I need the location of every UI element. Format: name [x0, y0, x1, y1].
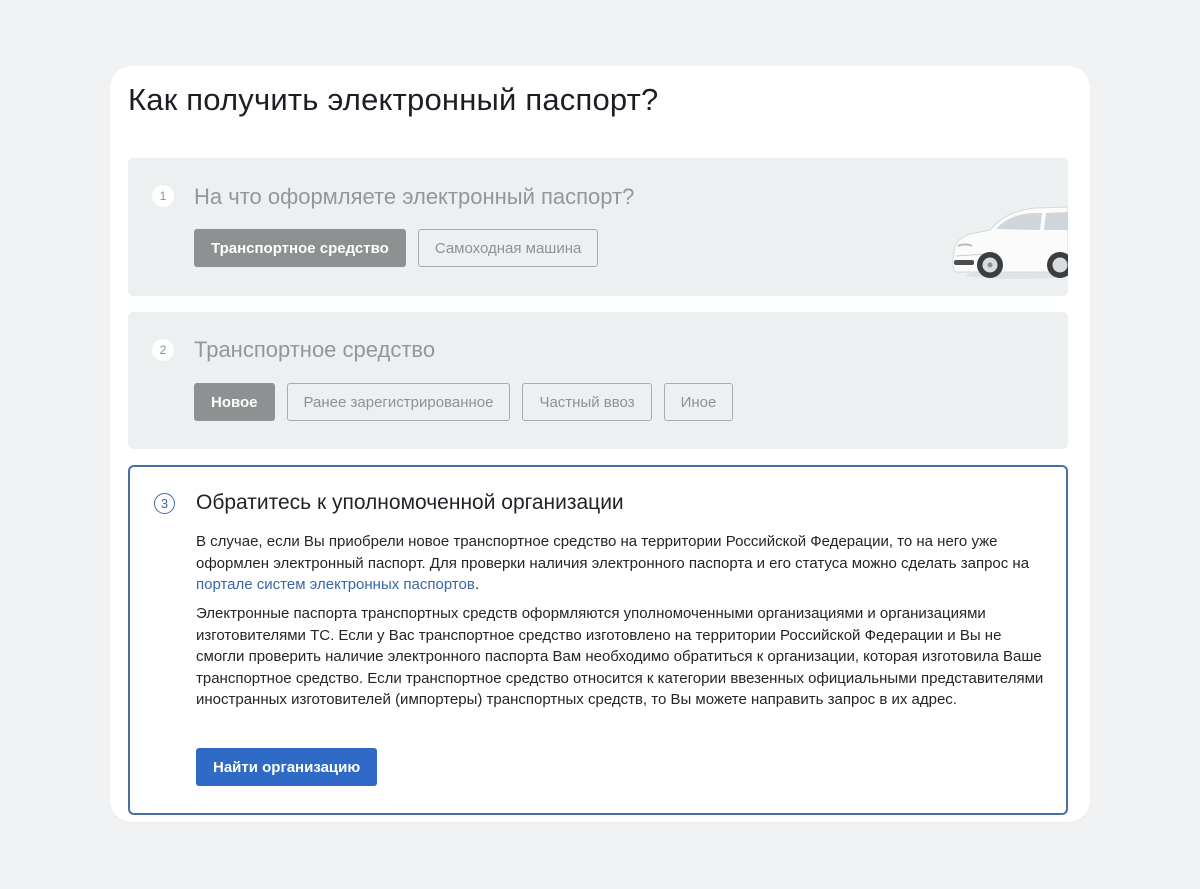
option-self-propelled-machine[interactable]: Самоходная машина	[417, 229, 599, 267]
step-3-title: Обратитесь к уполномоченной организации	[196, 491, 624, 514]
info-paragraph-2: Электронные паспорта транспортных средст…	[196, 605, 1044, 708]
option-private-import[interactable]: Частный ввоз	[522, 383, 652, 421]
car-icon	[946, 204, 1068, 284]
option-previously-registered[interactable]: Ранее зарегистрированное	[286, 383, 511, 421]
step-2-panel[interactable]: 2 Транспортное средство Новое Ранее заре…	[128, 312, 1068, 449]
step-number-3: 3	[154, 493, 175, 514]
find-organization-button[interactable]: Найти организацию	[196, 748, 378, 786]
passport-portal-link[interactable]: портале систем электронных паспортов	[196, 576, 475, 593]
vehicle-status-options: Новое Ранее зарегистрированное Частный в…	[194, 383, 734, 421]
step-number-1: 1	[152, 185, 174, 207]
step-1-title: На что оформляете электронный паспорт?	[194, 184, 635, 209]
info-paragraph-1: В случае, если Вы приобрели новое трансп…	[196, 531, 1046, 596]
content-card: Как получить электронный паспорт? 1 На ч…	[110, 66, 1090, 822]
step-3-panel: 3 Обратитесь к уполномоченной организаци…	[128, 465, 1068, 815]
info-paragraph-1-end: .	[474, 576, 480, 593]
page-title: Как получить электронный паспорт?	[128, 82, 659, 117]
step-2-title: Транспортное средство	[194, 337, 436, 362]
vehicle-type-options: Транспортное средство Самоходная машина	[194, 229, 599, 267]
info-paragraph-1-text: В случае, если Вы приобрели новое трансп…	[196, 533, 1030, 572]
step-1-panel[interactable]: 1 На что оформляете электронный паспорт?…	[128, 158, 1068, 296]
step-number-2: 2	[152, 339, 174, 361]
option-transport-vehicle[interactable]: Транспортное средство	[194, 229, 406, 267]
option-other[interactable]: Иное	[663, 383, 734, 421]
option-new[interactable]: Новое	[194, 383, 275, 421]
